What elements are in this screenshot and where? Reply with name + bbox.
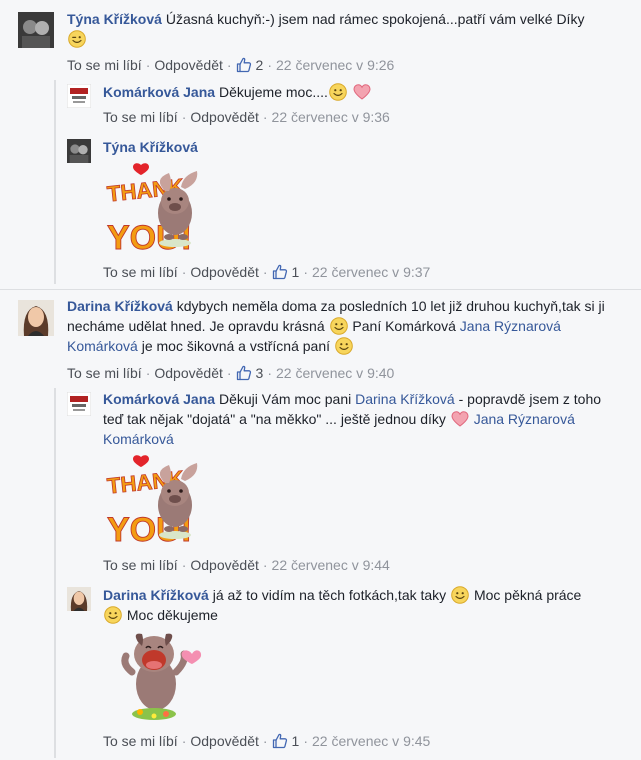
reply-body: Týna Křížková	[103, 137, 603, 157]
reply-body: Darina Křížková já až to vidím na těch f…	[103, 585, 603, 625]
tagged-person-link[interactable]: Darina Křížková	[355, 391, 455, 407]
reply-text: Děkuji Vám moc pani	[218, 391, 352, 407]
comment-text: Paní Komárková	[352, 318, 456, 334]
like-link[interactable]: To se mi líbí	[103, 264, 178, 280]
reply-link[interactable]: Odpovědět	[154, 365, 223, 381]
like-link[interactable]: To se mi líbí	[67, 57, 142, 73]
comment-text: je moc šikovná a vstřícná paní	[141, 338, 331, 354]
reply-link[interactable]: Odpovědět	[190, 109, 259, 125]
thumbs-up-icon	[272, 264, 288, 280]
reply-body: Komárková Jana Děkujeme moc....	[103, 82, 603, 102]
reply-author[interactable]: Komárková Jana	[103, 391, 215, 407]
smile-emoji-icon	[335, 337, 353, 355]
reply-thread-line	[54, 388, 56, 758]
thank-you-sticker	[103, 453, 203, 553]
smile-emoji-icon	[104, 606, 122, 624]
thank-you-sticker	[103, 161, 203, 261]
reply-actions: To se mi líbí · Odpovědět · 1 · 22 červenec v …	[103, 733, 431, 749]
reply-author[interactable]: Týna Křížková	[103, 139, 198, 155]
reply-link[interactable]: Odpovědět	[154, 57, 223, 73]
comment-actions: To se mi líbí · Odpovědět · 2 · 22 červenec v …	[67, 57, 395, 73]
comment-timestamp[interactable]: 22 červenec v 9:40	[276, 365, 394, 381]
avatar[interactable]	[67, 84, 91, 108]
comment-thread: Darina Křížková kdybych neměla doma za p…	[0, 289, 641, 760]
comment-text: Úžasná kuchyň:-) jsem nad rámec spokojen…	[165, 11, 585, 27]
like-link[interactable]: To se mi líbí	[67, 365, 142, 381]
reply-timestamp[interactable]: 22 červenec v 9:36	[272, 109, 390, 125]
reply-actions: To se mi líbí · Odpovědět · 1 · 22 červenec v …	[103, 264, 431, 280]
smile-emoji-icon	[329, 83, 347, 101]
reply-link[interactable]: Odpovědět	[190, 733, 259, 749]
reply-timestamp[interactable]: 22 červenec v 9:37	[312, 264, 430, 280]
like-link[interactable]: To se mi líbí	[103, 733, 178, 749]
avatar[interactable]	[67, 392, 91, 416]
wink-emoji-icon	[68, 30, 86, 48]
reply-actions: To se mi líbí · Odpovědět · 22 červenec v 9:…	[103, 557, 390, 573]
reply-link[interactable]: Odpovědět	[190, 264, 259, 280]
reply-timestamp[interactable]: 22 červenec v 9:45	[312, 733, 430, 749]
reply-link[interactable]: Odpovědět	[190, 557, 259, 573]
reply-thread-line	[54, 80, 56, 284]
avatar[interactable]	[18, 12, 54, 48]
comment-thread: Týna Křížková Úžasná kuchyň:-) jsem nad …	[0, 0, 641, 288]
comment-author[interactable]: Týna Křížková	[67, 11, 162, 27]
comment-body: Darina Křížková kdybych neměla doma za p…	[67, 296, 612, 356]
like-count[interactable]: 1	[272, 264, 299, 280]
reply-text: Děkujeme moc....	[218, 84, 328, 100]
heart-pug-sticker	[118, 628, 208, 728]
like-count[interactable]: 3	[236, 365, 263, 381]
like-count[interactable]: 2	[236, 57, 263, 73]
avatar[interactable]	[67, 587, 91, 611]
avatar[interactable]	[67, 139, 91, 163]
like-count[interactable]: 1	[272, 733, 299, 749]
reply-timestamp[interactable]: 22 červenec v 9:44	[272, 557, 390, 573]
comment-author[interactable]: Darina Křížková	[67, 298, 173, 314]
like-link[interactable]: To se mi líbí	[103, 557, 178, 573]
heart-emoji-icon	[353, 83, 371, 101]
reply-text: Moc děkujeme	[126, 607, 218, 623]
comment-body: Týna Křížková Úžasná kuchyň:-) jsem nad …	[67, 9, 592, 49]
reply-text: Moc pěkná práce	[473, 587, 582, 603]
smile-emoji-icon	[330, 317, 348, 335]
reply-actions: To se mi líbí · Odpovědět · 22 červenec v 9:…	[103, 109, 390, 125]
heart-emoji-icon	[451, 410, 469, 428]
like-link[interactable]: To se mi líbí	[103, 109, 178, 125]
smile-emoji-icon	[451, 586, 469, 604]
thumbs-up-icon	[236, 365, 252, 381]
thumbs-up-icon	[236, 57, 252, 73]
avatar[interactable]	[18, 300, 54, 336]
reply-author[interactable]: Komárková Jana	[103, 84, 215, 100]
reply-body: Komárková Jana Děkuji Vám moc pani Darin…	[103, 389, 603, 449]
comment-actions: To se mi líbí · Odpovědět · 3 · 22 červenec v …	[67, 365, 395, 381]
comment-timestamp[interactable]: 22 červenec v 9:26	[276, 57, 394, 73]
thumbs-up-icon	[272, 733, 288, 749]
reply-text: já až to vidím na těch fotkách,tak taky	[212, 587, 447, 603]
reply-author[interactable]: Darina Křížková	[103, 587, 209, 603]
